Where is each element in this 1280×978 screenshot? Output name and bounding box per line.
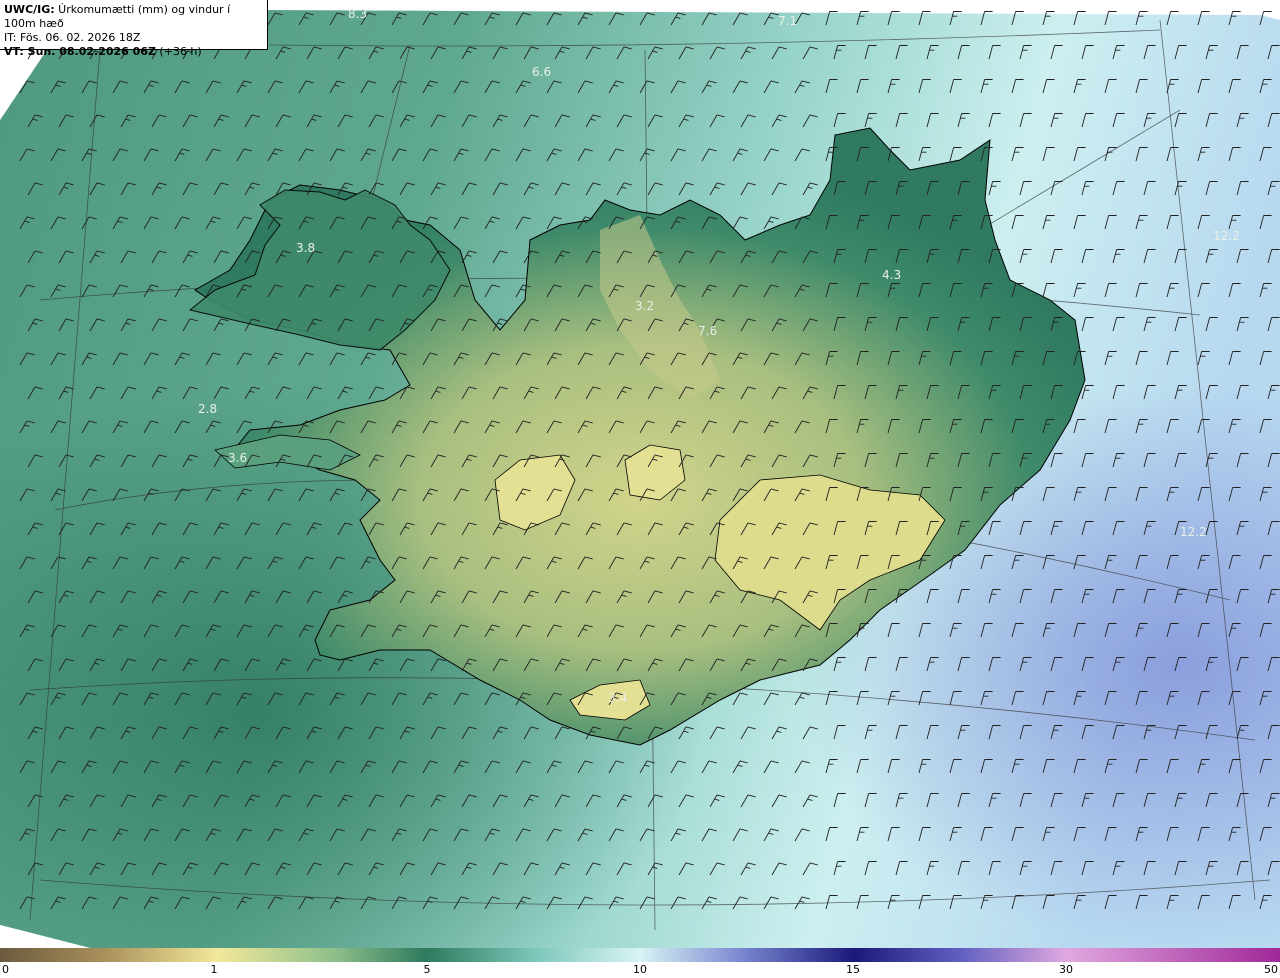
map-value: 6.6 <box>532 65 551 79</box>
map-svg: 8.3 7.1 6.6 12.2 3.8 3.2 7.6 4.3 2.8 3.6… <box>0 0 1280 948</box>
map-value: 7.6 <box>698 324 717 338</box>
map-info-box: UWC/IG: Úrkomumætti (mm) og vindur í 100… <box>0 0 268 58</box>
map-value: 12.2 <box>1180 525 1207 539</box>
map-value: 3.4 <box>608 691 627 705</box>
map-value: 2.8 <box>198 402 217 416</box>
colorbar-tick-label: 50 <box>1264 963 1278 976</box>
product-title: UWC/IG: Úrkomumætti (mm) og vindur í 100… <box>4 3 231 30</box>
valid-time: VT: Sun. 08.02.2026 06Z (+36 h) <box>4 45 202 58</box>
map-value: 3.8 <box>296 241 315 255</box>
colorbar-tick-label: 1 <box>210 963 218 976</box>
colorbar-tick-label: 30 <box>1059 963 1073 976</box>
issue-time: IT: Fös. 06. 02. 2026 18Z <box>4 31 141 44</box>
map-value: 8.3 <box>348 7 367 21</box>
map-value: 3.6 <box>228 451 247 465</box>
colorbar-tick-label: 10 <box>633 963 647 976</box>
map-value: 12.2 <box>1213 229 1240 243</box>
precipitation-colorbar: 0 1 5 10 15 30 50 <box>0 948 1280 978</box>
colorbar-tick-label: 15 <box>846 963 860 976</box>
colorbar-strip <box>0 948 1280 962</box>
map-value: 4.3 <box>882 268 901 282</box>
colorbar-tick-label: 5 <box>423 963 431 976</box>
map-value: 7.1 <box>778 14 797 28</box>
precipitation-map[interactable]: 8.3 7.1 6.6 12.2 3.8 3.2 7.6 4.3 2.8 3.6… <box>0 0 1280 948</box>
colorbar-tick-label: 0 <box>2 963 9 976</box>
map-value: 3.2 <box>635 299 654 313</box>
